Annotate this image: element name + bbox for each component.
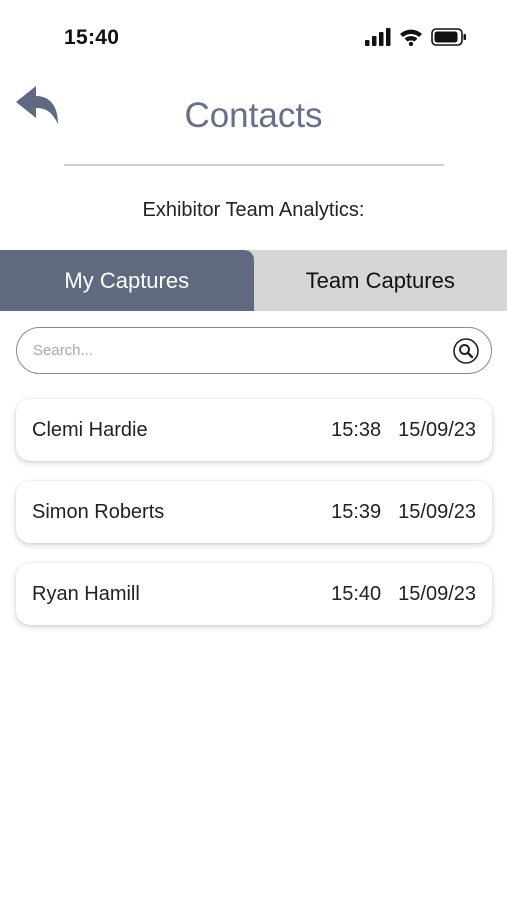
signal-icon <box>365 28 391 46</box>
search-bar <box>16 327 492 374</box>
page-title: Contacts <box>184 96 323 135</box>
search-input[interactable] <box>33 342 453 359</box>
title-divider <box>64 164 444 166</box>
contact-row[interactable]: Clemi Hardie 15:38 15/09/23 <box>16 399 492 461</box>
contact-row[interactable]: Ryan Hamill 15:40 15/09/23 <box>16 563 492 625</box>
contacts-screen: 15:40 Contacts Exhibitor Team Analytics:… <box>0 0 507 900</box>
contact-date: 15/09/23 <box>398 582 476 605</box>
search-icon[interactable] <box>453 337 479 364</box>
contact-name: Ryan Hamill <box>32 582 140 605</box>
status-icons <box>365 28 467 46</box>
contact-time: 15:38 <box>331 418 382 441</box>
contact-time: 15:40 <box>331 582 382 605</box>
page-subtitle: Exhibitor Team Analytics: <box>142 199 365 221</box>
contact-date: 15/09/23 <box>398 500 476 523</box>
wifi-icon <box>400 29 422 46</box>
tab-my-captures[interactable]: My Captures <box>0 250 254 311</box>
capture-tabs: My Captures Team Captures <box>0 250 507 311</box>
contact-list: Clemi Hardie 15:38 15/09/23 Simon Robert… <box>16 399 492 645</box>
contact-name: Simon Roberts <box>32 500 165 523</box>
contact-time: 15:39 <box>331 500 382 523</box>
contact-date: 15/09/23 <box>398 418 476 441</box>
status-time: 15:40 <box>64 26 120 49</box>
contact-row[interactable]: Simon Roberts 15:39 15/09/23 <box>16 481 492 543</box>
contact-name: Clemi Hardie <box>32 418 148 441</box>
tab-team-captures[interactable]: Team Captures <box>253 250 507 311</box>
battery-icon <box>431 28 466 46</box>
